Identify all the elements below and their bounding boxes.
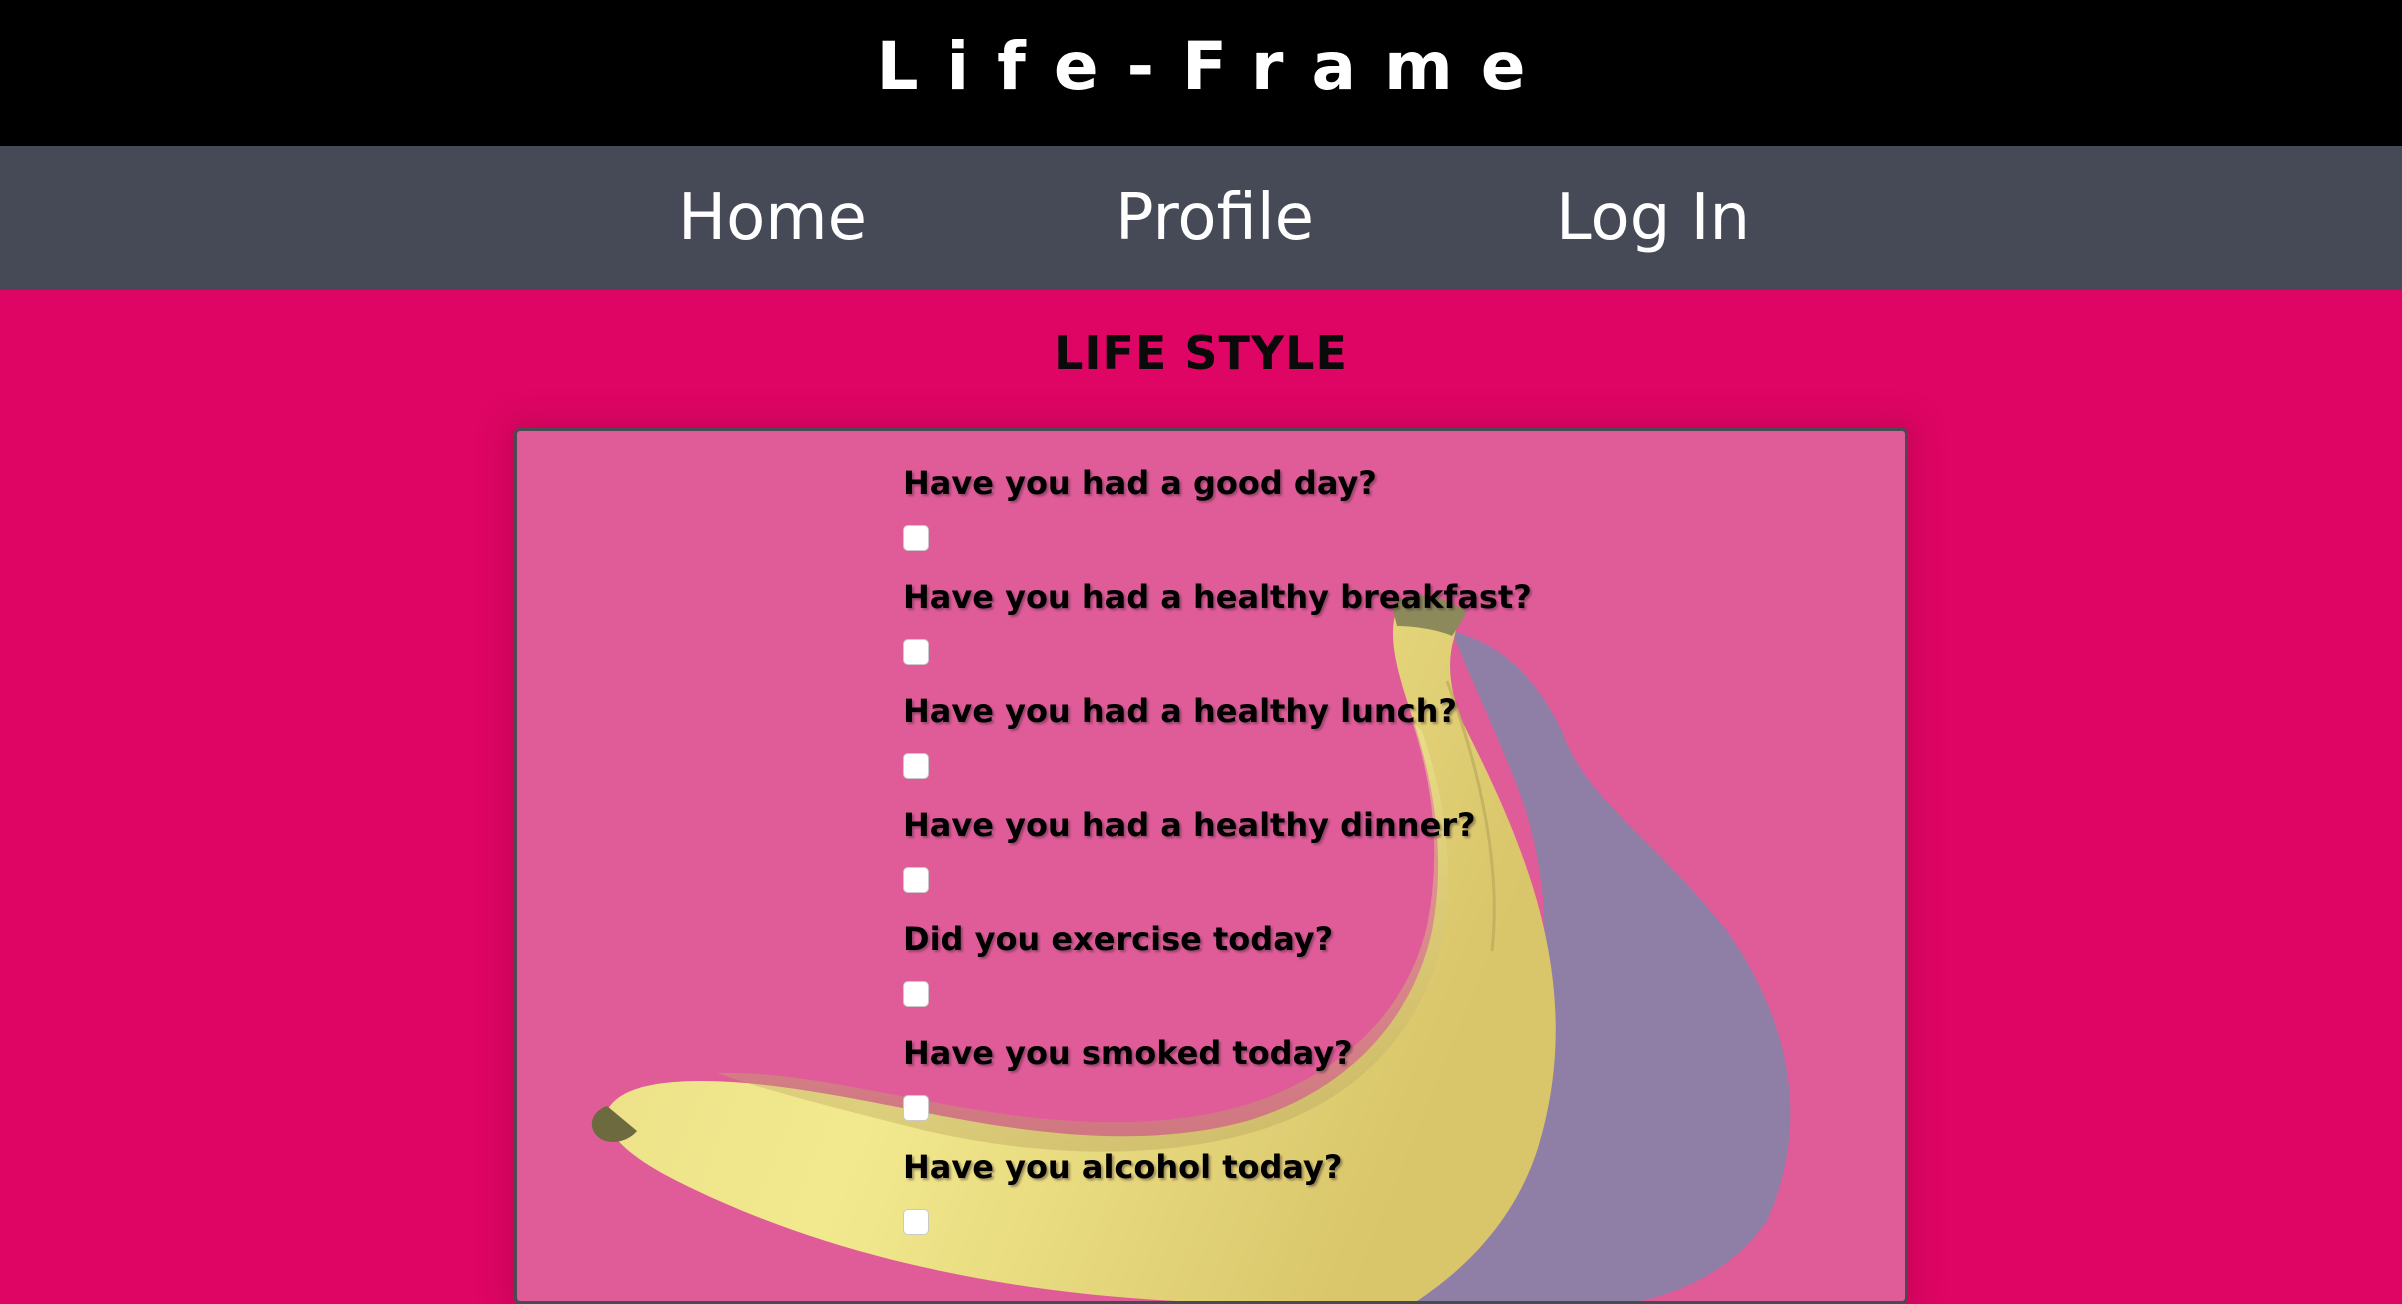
question-checkbox[interactable] [903,981,929,1007]
question-label: Did you exercise today? [903,920,1334,958]
question-checkbox[interactable] [903,867,929,893]
top-header-bar: Life-Frame [0,0,2402,146]
question-checkbox[interactable] [903,639,929,665]
question-item: Have you had a good day? [903,461,1532,575]
question-item: Have you had a healthy breakfast? [903,575,1532,689]
question-checkbox[interactable] [903,1209,929,1235]
question-label: Have you had a good day? [903,464,1377,502]
nav-login-link[interactable]: Log In [1556,146,1750,290]
nav-profile-link[interactable]: Profile [1115,146,1314,290]
question-checkbox[interactable] [903,525,929,551]
question-checkbox[interactable] [903,753,929,779]
brand-title: Life-Frame [876,27,1554,105]
lifestyle-form-panel: Have you had a good day? Have you had a … [514,428,1908,1304]
main-navigation: Home Profile Log In [0,146,2402,290]
question-label: Have you smoked today? [903,1034,1353,1072]
section-title: LIFE STYLE [1054,326,1348,380]
question-label: Have you had a healthy dinner? [903,806,1476,844]
question-checkbox[interactable] [903,1095,929,1121]
question-item: Have you alcohol today? [903,1145,1532,1259]
question-label: Have you alcohol today? [903,1148,1343,1186]
question-item: Have you smoked today? [903,1031,1532,1145]
question-item: Have you had a healthy dinner? [903,803,1532,917]
question-item: Did you exercise today? [903,917,1532,1031]
question-item: Have you had a healthy lunch? [903,689,1532,803]
nav-home-link[interactable]: Home [678,146,867,290]
question-label: Have you had a healthy breakfast? [903,578,1532,616]
question-label: Have you had a healthy lunch? [903,692,1457,730]
lifestyle-question-list: Have you had a good day? Have you had a … [903,461,1532,1259]
